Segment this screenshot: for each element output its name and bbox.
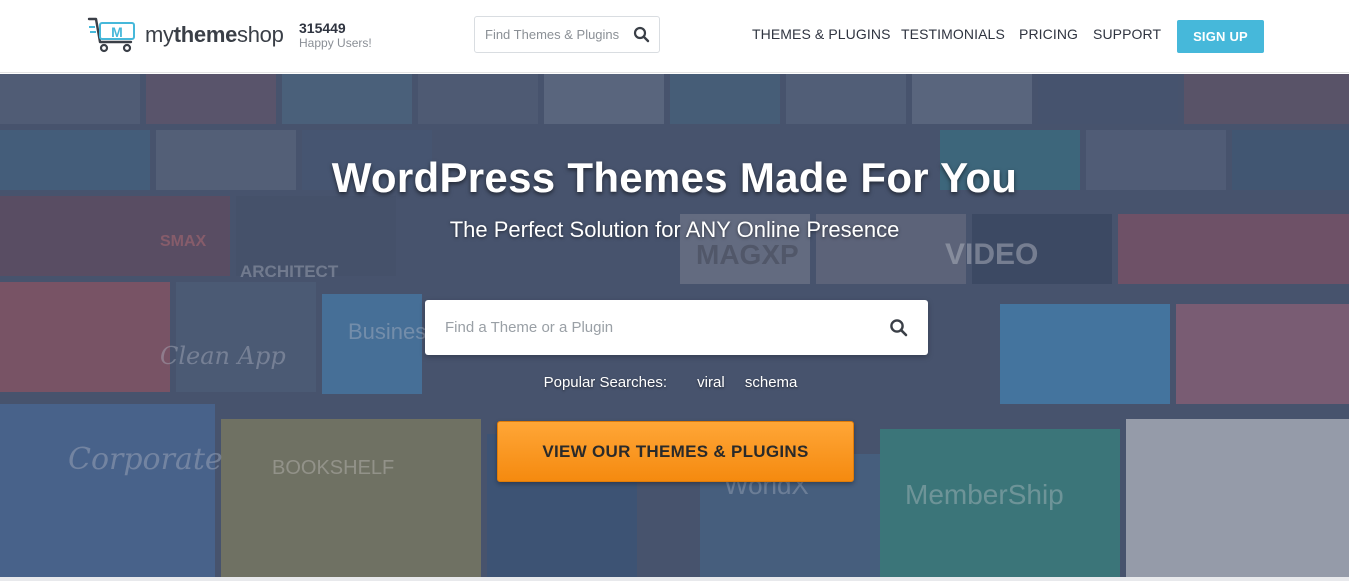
nav-themes-plugins[interactable]: THEMES & PLUGINS	[752, 26, 891, 46]
search-icon[interactable]	[889, 318, 908, 337]
nav-support[interactable]: SUPPORT	[1093, 26, 1161, 46]
hero-title: WordPress Themes Made For You	[331, 154, 1018, 201]
site-header: M mythemeshop 315449 Happy Users! THEMES…	[0, 0, 1349, 73]
nav-testimonials[interactable]: TESTIMONIALS	[901, 26, 1005, 46]
view-themes-plugins-button[interactable]: VIEW OUR THEMES & PLUGINS	[497, 421, 854, 482]
signup-button[interactable]: SIGN UP	[1177, 20, 1264, 53]
hero-section: Corporate BOOKSHELF ARCHITECT VIDEO MAGX…	[0, 74, 1349, 577]
happy-users-counter: 315449 Happy Users!	[299, 21, 372, 49]
cart-logo-icon: M	[87, 17, 135, 53]
header-search	[474, 16, 660, 53]
popular-searches: Popular Searches: viral schema	[0, 374, 1349, 391]
hero-bottom-strip	[0, 577, 1349, 581]
popular-link-viral[interactable]: viral	[697, 374, 725, 391]
nav-pricing[interactable]: PRICING	[1019, 26, 1078, 46]
hero-subtitle: The Perfect Solution for ANY Online Pres…	[449, 217, 900, 242]
hero-search-input[interactable]	[425, 300, 865, 355]
popular-searches-label: Popular Searches:	[543, 374, 667, 391]
popular-link-schema[interactable]: schema	[745, 374, 798, 391]
users-label: Happy Users!	[299, 36, 372, 50]
logo[interactable]: M mythemeshop	[87, 15, 284, 55]
header-search-input[interactable]	[475, 17, 627, 52]
users-count: 315449	[299, 20, 346, 36]
logo-wordmark: mythemeshop	[145, 22, 284, 47]
svg-text:M: M	[111, 24, 123, 40]
search-icon[interactable]	[633, 26, 650, 43]
hero-search-box	[425, 300, 928, 355]
